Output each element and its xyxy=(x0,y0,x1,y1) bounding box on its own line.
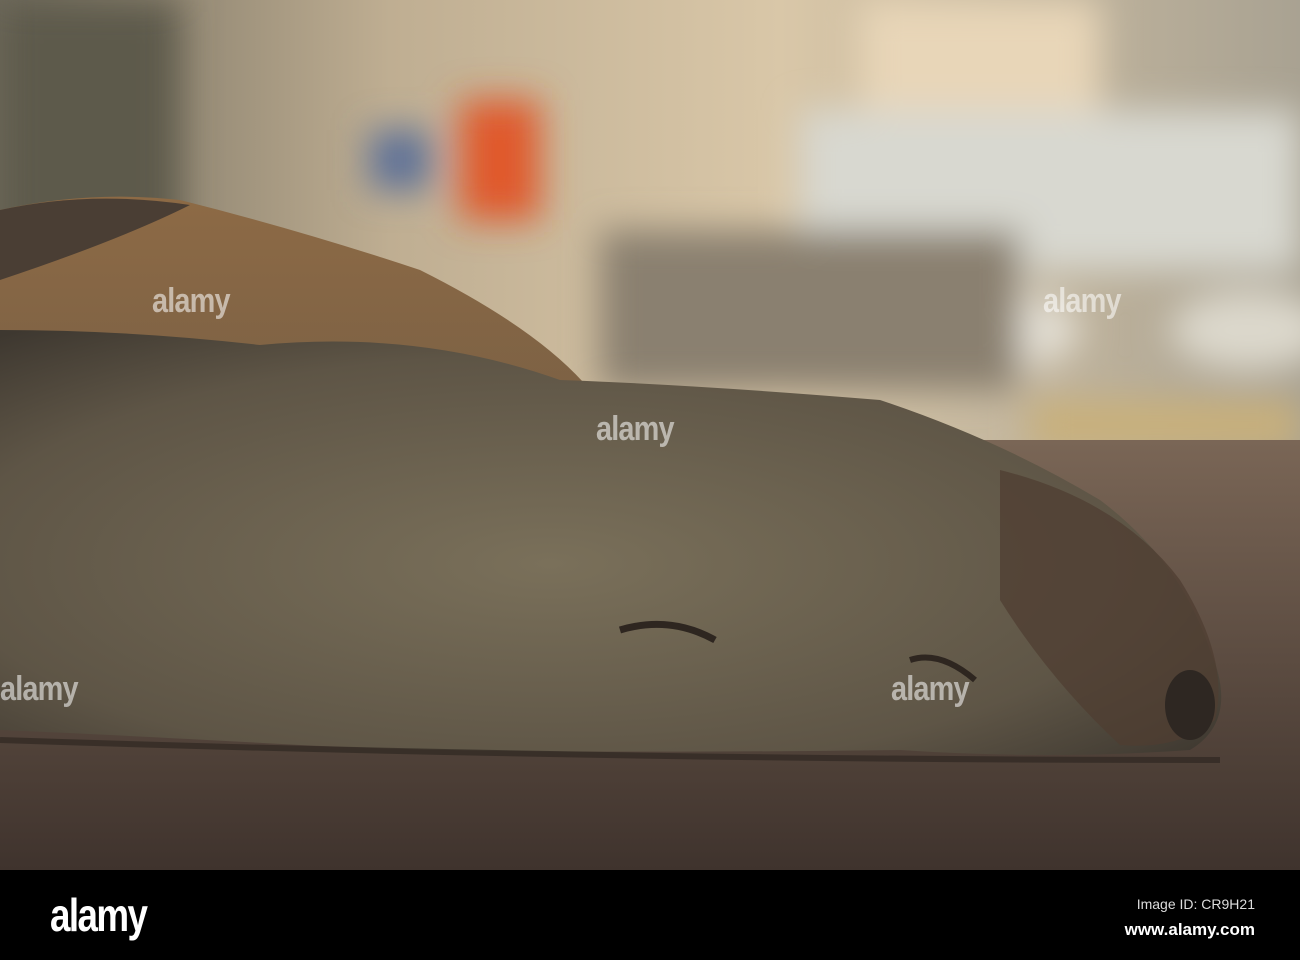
alamy-logo: alamy xyxy=(50,889,148,941)
watermark: alamy xyxy=(152,282,231,320)
image-id: Image ID: CR9H21 xyxy=(1136,896,1255,912)
website-link[interactable]: www.alamy.com xyxy=(1125,920,1255,940)
footer-bar: alamy Image ID: CR9H21 www.alamy.com xyxy=(0,870,1300,960)
watermark: alamy xyxy=(891,670,970,708)
watermark: alamy xyxy=(0,670,79,708)
watermark: alamy xyxy=(596,410,675,448)
stock-photo: alamy alamy alamy alamy alamy alamy Imag… xyxy=(0,0,1300,960)
watermark: alamy xyxy=(1043,282,1122,320)
